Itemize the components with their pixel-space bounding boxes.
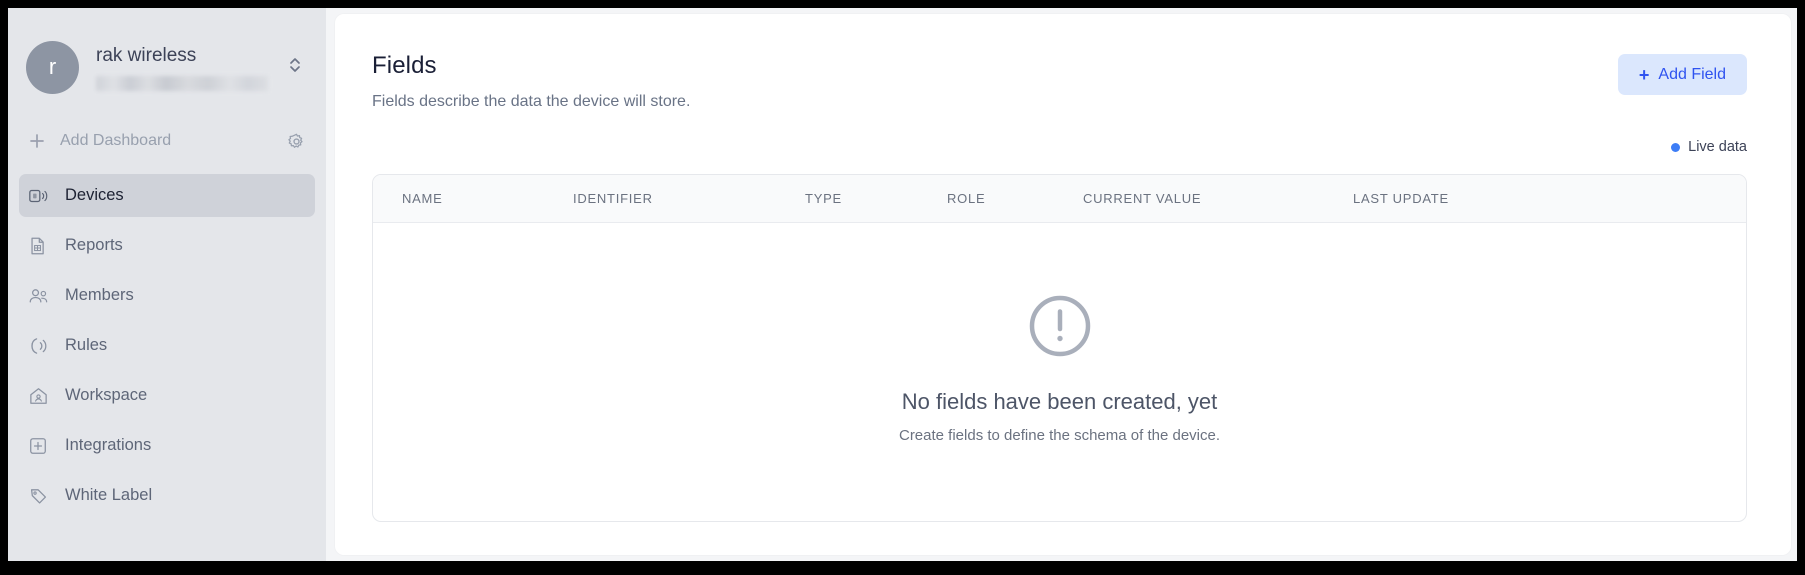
devices-icon [28,185,54,207]
chevron-up-down-icon[interactable] [282,56,308,78]
sidebar-item-white-label[interactable]: White Label [19,474,315,517]
gear-icon[interactable] [284,129,308,153]
plus-icon: + [1638,64,1650,85]
sidebar-nav: Devices Reports Members Rules Workspace … [8,174,326,517]
empty-state: No fields have been created, yet Create … [899,294,1220,444]
sidebar-item-reports[interactable]: Reports [19,224,315,267]
tag-icon [28,485,54,507]
workspace-name: rak wireless [96,44,197,66]
app-viewport: r rak wireless Add Dashboard Devices Rep… [8,8,1797,561]
sidebar-item-workspace[interactable]: Workspace [19,374,315,417]
live-data-indicator: Live data [335,137,1791,157]
sidebar-item-label: Reports [65,236,123,254]
sidebar-item-devices[interactable]: Devices [19,174,315,217]
page-subtitle: Fields describe the data the device will… [372,93,691,110]
sidebar-item-label: Rules [65,336,108,354]
page-header: Fields Fields describe the data the devi… [335,14,1791,111]
column-header-name: NAME [402,191,443,206]
add-dashboard-label: Add Dashboard [60,132,172,149]
main-area: Fields Fields describe the data the devi… [326,8,1797,561]
live-data-label: Live data [1688,139,1747,155]
column-header-identifier: IDENTIFIER [573,191,653,206]
report-icon [28,235,54,257]
avatar: r [26,40,79,94]
add-dashboard-button[interactable]: Add Dashboard [8,118,326,164]
workspace-subtitle-redacted [96,75,268,91]
members-icon [28,285,54,307]
workspace-icon [28,385,54,407]
sidebar-item-integrations[interactable]: Integrations [19,424,315,467]
sidebar: r rak wireless Add Dashboard Devices Rep… [8,8,326,561]
integrations-icon [28,435,54,457]
plus-icon [26,132,48,150]
live-data-dot [1671,142,1681,152]
table-header-row: NAME IDENTIFIER TYPE ROLE CURRENT VALUE … [373,175,1746,223]
add-field-label: Add Field [1658,65,1726,83]
column-header-role: ROLE [947,191,986,206]
content-panel: Fields Fields describe the data the devi… [335,14,1791,555]
column-header-current-value: CURRENT VALUE [1083,191,1202,206]
column-header-type: TYPE [805,191,842,206]
column-header-last-update: LAST UPDATE [1353,191,1449,206]
rules-icon [28,335,54,357]
sidebar-item-label: White Label [65,486,153,504]
screenshot-frame: r rak wireless Add Dashboard Devices Rep… [0,0,1805,575]
empty-state-title: No fields have been created, yet [901,389,1218,414]
exclamation-circle-icon [1028,294,1092,363]
sidebar-item-label: Integrations [65,436,152,454]
fields-table: NAME IDENTIFIER TYPE ROLE CURRENT VALUE … [372,174,1747,522]
sidebar-item-label: Members [65,286,134,304]
sidebar-item-members[interactable]: Members [19,274,315,317]
workspace-switcher[interactable]: r rak wireless [8,8,326,102]
sidebar-item-label: Workspace [65,386,148,404]
sidebar-item-label: Devices [65,186,124,204]
table-body: No fields have been created, yet Create … [373,223,1746,521]
add-field-button[interactable]: + Add Field [1617,54,1747,95]
page-title: Fields [372,52,437,79]
empty-state-subtitle: Create fields to define the schema of th… [898,427,1221,444]
sidebar-item-rules[interactable]: Rules [19,324,315,367]
